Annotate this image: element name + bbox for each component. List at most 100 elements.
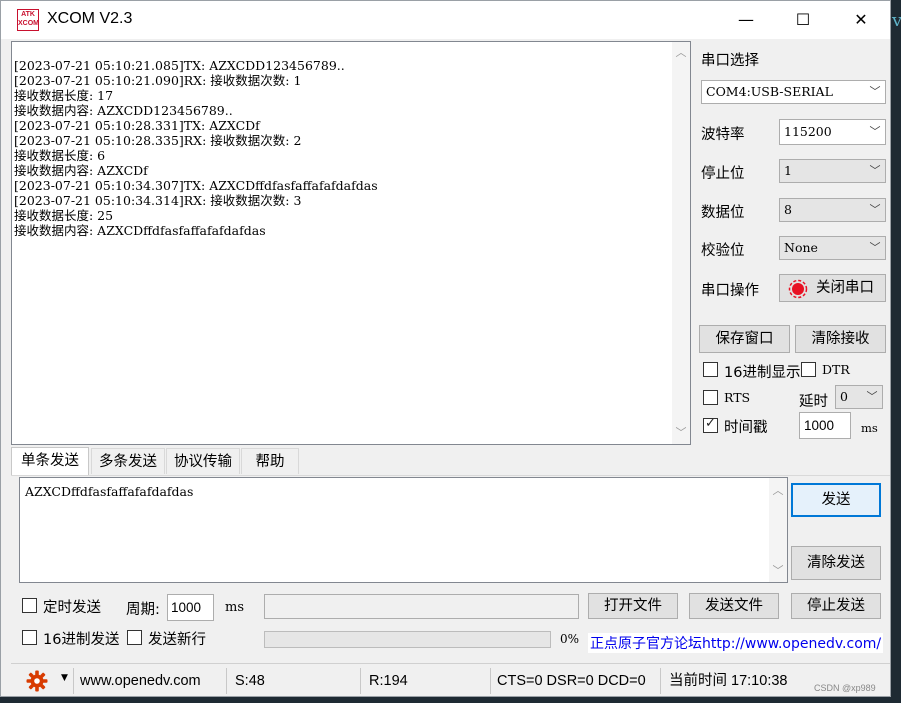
status-bar: ▼ www.openedv.com S:48 R:194 CTS=0 DSR=0… — [11, 663, 890, 696]
status-signals: CTS=0 DSR=0 DCD=0 — [493, 668, 661, 694]
receive-log-line: 接收数据长度: 25 — [14, 208, 114, 223]
send-scrollbar[interactable]: ︿ ﹀ — [769, 478, 787, 582]
title-bar: ATK XCOM XCOM V2.3 — ☐ ✕ — [1, 1, 890, 39]
close-port-button[interactable]: 关闭串口 — [779, 274, 886, 302]
clear-send-button[interactable]: 清除发送 — [791, 546, 881, 580]
timestamp-unit: ms — [861, 421, 878, 435]
tab-multi-send[interactable]: 多条发送 — [91, 448, 165, 474]
clear-receive-button[interactable]: 清除接收 — [795, 325, 886, 353]
receive-log-line: 接收数据内容: AZXCDf — [14, 163, 148, 178]
receive-log-line: 接收数据内容: AZXCDD123456789.. — [14, 103, 233, 118]
receive-area[interactable]: [2023-07-21 05:10:21.085]TX: AZXCDD12345… — [11, 41, 691, 445]
chevron-down-icon: ﹀ — [866, 390, 878, 403]
rts-label: RTS — [724, 390, 751, 405]
receive-log-line: 接收数据长度: 6 — [14, 148, 106, 163]
scroll-up-icon[interactable]: ︿ — [672, 44, 690, 62]
receive-scrollbar[interactable]: ︿ ﹀ — [672, 42, 690, 444]
hex-display-checkbox[interactable] — [703, 362, 718, 377]
rts-checkbox[interactable] — [703, 390, 718, 405]
close-button[interactable]: ✕ — [832, 1, 890, 39]
send-file-button[interactable]: 发送文件 — [689, 593, 779, 619]
receive-log-line: 接收数据内容: AZXCDffdfasfaffafafdafdas — [14, 223, 266, 238]
xcom-logo-icon: ATK XCOM — [17, 9, 39, 31]
chevron-down-icon: ﹀ — [869, 203, 881, 216]
status-website[interactable]: www.openedv.com — [73, 668, 227, 694]
stop-send-button[interactable]: 停止发送 — [791, 593, 881, 619]
scroll-up-icon[interactable]: ︿ — [769, 482, 787, 500]
delay-value: 0 — [840, 389, 848, 404]
chevron-down-icon: ﹀ — [869, 164, 881, 177]
hex-display-label: 16进制显示 — [724, 365, 801, 381]
chevron-down-icon: ﹀ — [869, 85, 881, 98]
open-file-button[interactable]: 打开文件 — [588, 593, 678, 619]
receive-log-line: [2023-07-21 05:10:34.307]TX: AZXCDffdfas… — [14, 178, 378, 193]
tab-divider — [11, 475, 890, 476]
parity-label: 校验位 — [701, 243, 745, 259]
close-port-label: 关闭串口 — [816, 280, 874, 296]
timestamp-interval-input[interactable]: 1000 — [799, 412, 851, 439]
chevron-down-icon: ﹀ — [869, 241, 881, 254]
receive-log-line: 接收数据长度: 17 — [14, 88, 114, 103]
scroll-down-icon[interactable]: ﹀ — [672, 424, 690, 442]
timed-send-label: 定时发送 — [43, 600, 101, 616]
receive-log-line: [2023-07-21 05:10:21.085]TX: AZXCDD12345… — [14, 58, 345, 73]
tab-single-send[interactable]: 单条发送 — [11, 447, 89, 476]
hex-send-label: 16进制发送 — [43, 632, 120, 648]
background-fragment: v — [892, 10, 901, 31]
tab-protocol[interactable]: 协议传输 — [166, 448, 240, 474]
baud-label: 波特率 — [701, 127, 745, 143]
dropdown-caret-icon[interactable]: ▼ — [61, 673, 68, 683]
timestamp-checkbox[interactable] — [703, 416, 718, 433]
parity-value: None — [784, 240, 818, 255]
status-sent-count: S:48 — [229, 668, 361, 694]
port-status-icon — [788, 279, 808, 299]
period-input[interactable]: 1000 — [167, 594, 214, 621]
stopbits-label: 停止位 — [701, 166, 745, 182]
minimize-button[interactable]: — — [717, 1, 775, 39]
parity-select[interactable]: None ﹀ — [779, 236, 886, 260]
port-operation-label: 串口操作 — [701, 283, 759, 299]
send-input[interactable]: AZXCDffdfasfaffafafdafdas ︿ ﹀ — [19, 477, 788, 583]
chevron-down-icon: ﹀ — [869, 125, 881, 138]
dtr-checkbox[interactable] — [801, 362, 816, 377]
file-path-field[interactable] — [264, 594, 579, 619]
receive-log-line: [2023-07-21 05:10:21.090]RX: 接收数据次数: 1 — [14, 73, 302, 88]
send-newline-checkbox[interactable] — [127, 630, 142, 645]
window-title: XCOM V2.3 — [47, 10, 133, 27]
baud-value: 115200 — [784, 124, 832, 139]
delay-label: 延时 — [799, 394, 828, 410]
dtr-label: DTR — [822, 362, 850, 377]
receive-log-line: [2023-07-21 05:10:34.314]RX: 接收数据次数: 3 — [14, 193, 302, 208]
databits-select[interactable]: 8 ﹀ — [779, 198, 886, 222]
settings-gear-icon[interactable] — [25, 669, 49, 693]
send-button[interactable]: 发送 — [791, 483, 881, 517]
delay-select[interactable]: 0 ﹀ — [835, 385, 883, 409]
send-text: AZXCDffdfasfaffafafdafdas — [25, 484, 194, 499]
timed-send-checkbox[interactable] — [22, 598, 37, 613]
xcom-window: ATK XCOM XCOM V2.3 — ☐ ✕ [2023-07-21 05:1… — [0, 0, 891, 697]
timestamp-label: 时间戳 — [724, 420, 768, 436]
port-select[interactable]: COM4:USB-SERIAL ﹀ — [701, 80, 886, 104]
send-newline-label: 发送新行 — [148, 632, 206, 648]
receive-log-line: [2023-07-21 05:10:28.335]RX: 接收数据次数: 2 — [14, 133, 302, 148]
baud-select[interactable]: 115200 ﹀ — [779, 119, 886, 145]
save-window-button[interactable]: 保存窗口 — [699, 325, 790, 353]
forum-link[interactable]: 正点原子官方论坛http://www.openedv.com/ — [588, 633, 884, 653]
scroll-down-icon[interactable]: ﹀ — [769, 562, 787, 580]
port-select-value: COM4:USB-SERIAL — [706, 84, 833, 99]
period-label: 周期: — [126, 602, 160, 618]
databits-label: 数据位 — [701, 205, 745, 221]
stopbits-select[interactable]: 1 ﹀ — [779, 159, 886, 183]
port-select-label: 串口选择 — [701, 53, 759, 69]
databits-value: 8 — [784, 202, 792, 217]
progress-percent: 0% — [560, 632, 580, 646]
period-unit: ms — [225, 600, 244, 615]
status-received-count: R:194 — [363, 668, 491, 694]
send-progress-bar — [264, 631, 551, 648]
hex-send-checkbox[interactable] — [22, 630, 37, 645]
receive-log-line: [2023-07-21 05:10:28.331]TX: AZXCDf — [14, 118, 260, 133]
watermark: CSDN @xp989 — [814, 683, 876, 693]
maximize-button[interactable]: ☐ — [774, 1, 832, 39]
receive-log: [2023-07-21 05:10:21.085]TX: AZXCDD12345… — [14, 58, 378, 238]
tab-help[interactable]: 帮助 — [241, 448, 299, 474]
